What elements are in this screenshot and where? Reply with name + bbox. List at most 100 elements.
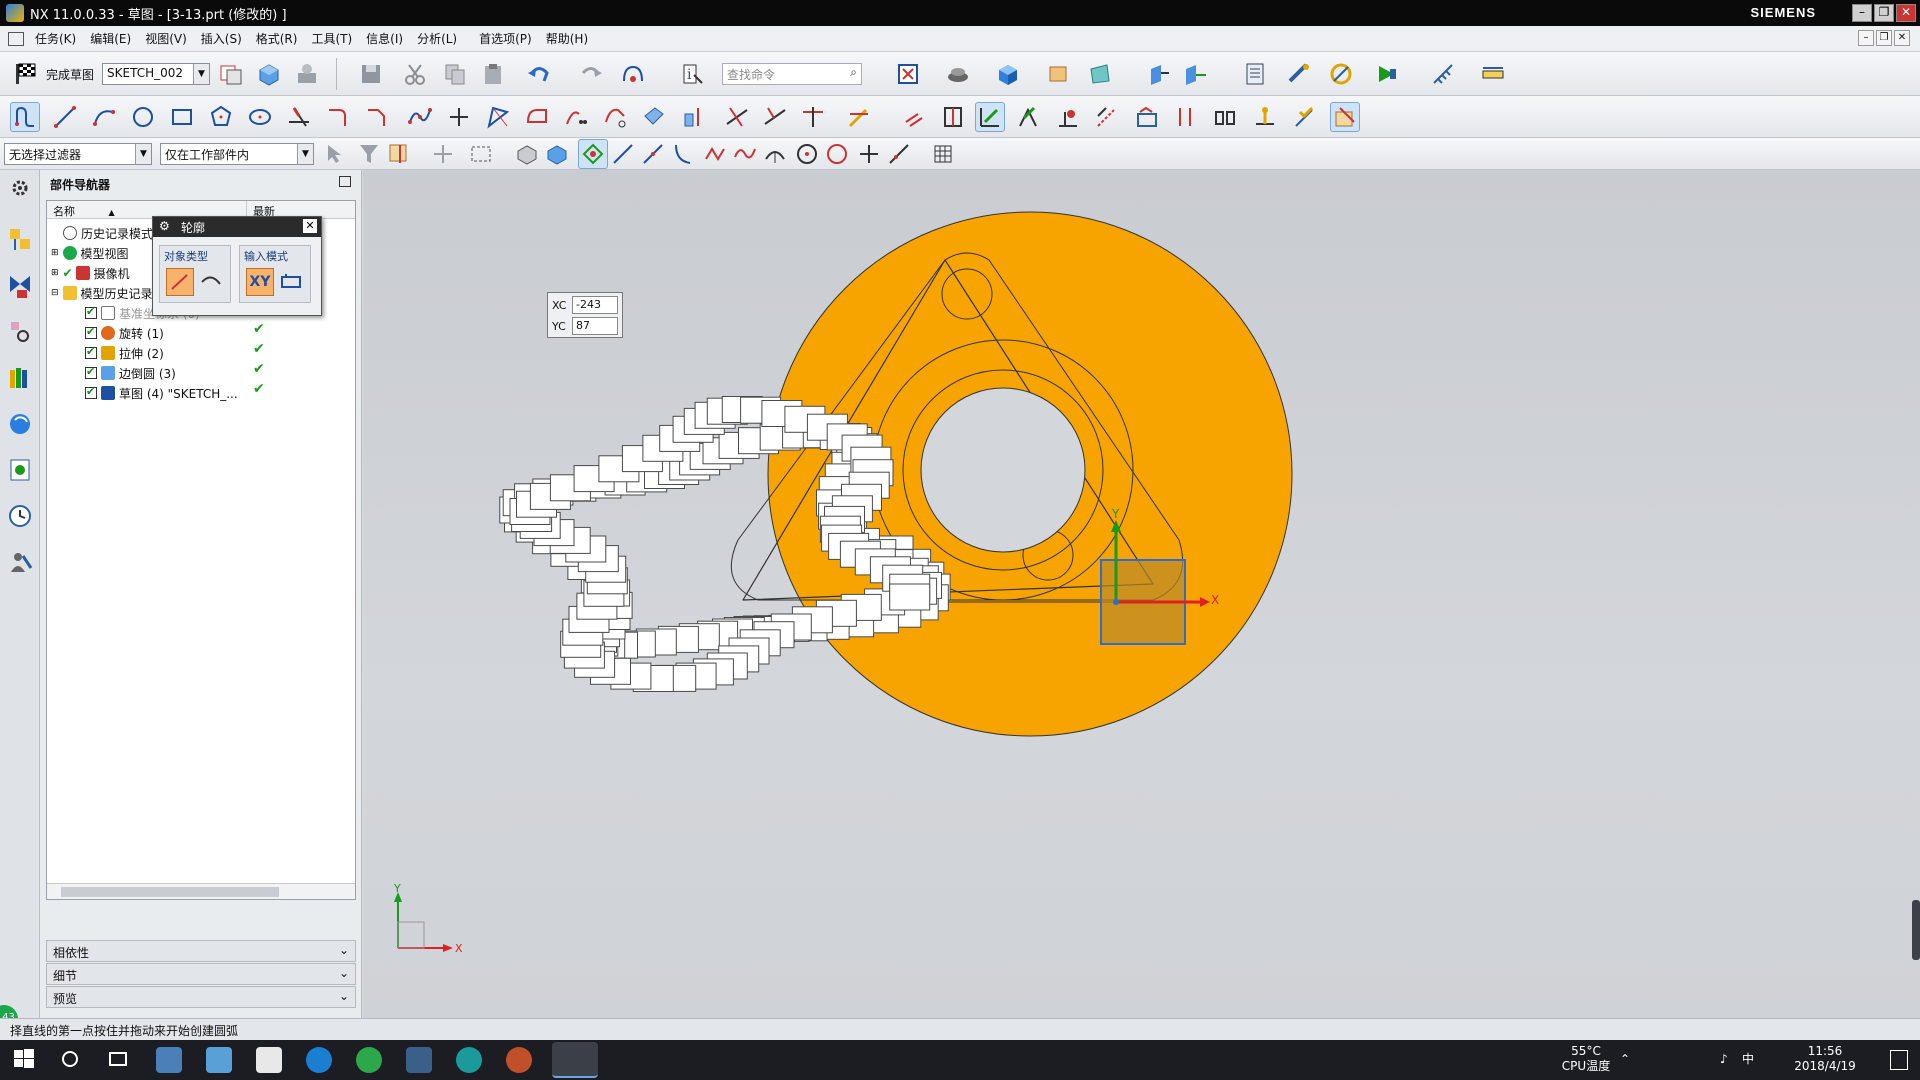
- rapid-extend-icon[interactable]: [760, 102, 790, 132]
- arc-tool-icon[interactable]: [89, 102, 119, 132]
- visibility-checkbox[interactable]: [85, 365, 97, 379]
- sketch-check-icon[interactable]: [1290, 102, 1320, 132]
- nx-taskbar-button[interactable]: [552, 1042, 598, 1078]
- finish-sketch-label[interactable]: 完成草图: [46, 66, 94, 83]
- save-icon[interactable]: [356, 59, 386, 89]
- filter-icon[interactable]: [354, 139, 384, 169]
- arc-type-button[interactable]: [198, 268, 226, 296]
- panel-details[interactable]: 细节 ⌄: [46, 963, 356, 985]
- viewport-scroll-handle[interactable]: [1912, 900, 1920, 960]
- inferred-constraints-icon[interactable]: [1170, 102, 1200, 132]
- snap-center-icon[interactable]: [792, 139, 822, 169]
- visibility-checkbox[interactable]: [85, 345, 97, 359]
- role-tab-icon[interactable]: [5, 544, 35, 580]
- selection-scope-select[interactable]: 仅在工作部件内 ▼: [160, 143, 314, 165]
- restore-button[interactable]: ❐: [1874, 4, 1894, 22]
- snap-point-on-curve-icon[interactable]: [884, 139, 914, 169]
- chevron-up-icon[interactable]: ⌃: [1620, 1052, 1630, 1067]
- task-view-icon[interactable]: [106, 1047, 132, 1073]
- menu-task[interactable]: 任务(K): [28, 30, 83, 47]
- reattach-icon[interactable]: [292, 59, 322, 89]
- measure-tool-icon[interactable]: [1284, 59, 1314, 89]
- tree-row-edge-blend[interactable]: 边倒圆 (3): [85, 363, 176, 383]
- expand-icon[interactable]: ⊞: [51, 248, 59, 258]
- analysis-icon[interactable]: [1326, 59, 1356, 89]
- box-select-icon[interactable]: [466, 139, 496, 169]
- render-style-icon[interactable]: [943, 59, 973, 89]
- make-corner-icon[interactable]: [798, 102, 828, 132]
- xy-mode-button[interactable]: XY: [246, 268, 274, 296]
- tree-row-history-mode[interactable]: 历史记录模式: [63, 223, 153, 243]
- menu-analysis[interactable]: 分析(L): [410, 30, 464, 47]
- snap-intersection-icon[interactable]: [700, 139, 730, 169]
- calculator-icon[interactable]: [256, 1047, 282, 1073]
- view-section-icon[interactable]: [1085, 59, 1115, 89]
- rapid-dimension-icon[interactable]: [844, 102, 874, 132]
- snap-existing-point-icon[interactable]: [854, 139, 884, 169]
- visibility-checkbox[interactable]: [85, 305, 97, 319]
- menu-view[interactable]: 视图(V): [138, 30, 194, 47]
- part-navigator-icon[interactable]: [1240, 59, 1270, 89]
- app-icon-3[interactable]: [356, 1047, 382, 1073]
- gear-icon[interactable]: ⚙: [159, 219, 170, 233]
- chevron-down-icon[interactable]: ⌄: [339, 989, 349, 1003]
- assembly-navigator-tab-icon[interactable]: [5, 268, 35, 304]
- snap-grid-icon[interactable]: [928, 139, 958, 169]
- fit-view-icon[interactable]: [893, 59, 923, 89]
- snap-quadrant-icon[interactable]: [822, 139, 852, 169]
- point-tool-icon[interactable]: [444, 102, 474, 132]
- make-symmetric-icon[interactable]: [1210, 102, 1240, 132]
- notifications-icon[interactable]: [1890, 1050, 1908, 1070]
- paste-icon[interactable]: [478, 59, 508, 89]
- snap-line-icon[interactable]: [608, 139, 638, 169]
- cpu-temp-widget[interactable]: 55°C CPU温度: [1560, 1044, 1612, 1074]
- app-icon-5[interactable]: [456, 1047, 482, 1073]
- doc-close-button[interactable]: ✕: [1894, 30, 1910, 46]
- select-body-icon[interactable]: [542, 139, 572, 169]
- snap-spline-point-icon[interactable]: [730, 139, 760, 169]
- tree-row-extrude[interactable]: 拉伸 (2): [85, 343, 164, 363]
- update-model-icon[interactable]: [1330, 102, 1360, 132]
- continuous-auto-dimension-icon[interactable]: [975, 102, 1005, 132]
- dimension-check-icon[interactable]: [1428, 59, 1458, 89]
- menu-help[interactable]: 帮助(H): [539, 30, 595, 47]
- select-feature-icon[interactable]: [512, 139, 542, 169]
- parameter-mode-button[interactable]: [278, 268, 306, 296]
- menu-information[interactable]: 信息(I): [359, 30, 410, 47]
- command-search-input[interactable]: 查找命令 ⌕: [722, 63, 862, 85]
- menu-edit[interactable]: 编辑(E): [83, 30, 138, 47]
- play-macro-icon[interactable]: [1372, 59, 1402, 89]
- profile-tool-icon[interactable]: [10, 102, 40, 132]
- offset-curve-icon[interactable]: [483, 102, 513, 132]
- yc-input[interactable]: 87: [572, 317, 618, 335]
- tree-row-cameras[interactable]: ⊞ ✔ 摄像机: [51, 263, 130, 283]
- part-navigator-tab-icon[interactable]: [5, 222, 35, 258]
- web-browser-tab-icon[interactable]: [5, 406, 35, 442]
- design-parameters-icon[interactable]: [938, 102, 968, 132]
- volume-icon[interactable]: ♪: [1720, 1052, 1728, 1067]
- tree-row-model-views[interactable]: ⊞ 模型视图: [51, 243, 129, 263]
- wcs-dynamics-icon[interactable]: [1143, 59, 1173, 89]
- collapse-icon[interactable]: ⊟: [51, 288, 59, 298]
- cut-icon[interactable]: [400, 59, 430, 89]
- menu-insert[interactable]: 插入(S): [194, 30, 249, 47]
- snap-control-point-icon[interactable]: [668, 139, 698, 169]
- rectangle-tool-icon[interactable]: [167, 102, 197, 132]
- chevron-down-icon[interactable]: ⌄: [339, 943, 349, 957]
- reuse-library-tab-icon[interactable]: [5, 360, 35, 396]
- minimize-button[interactable]: –: [1852, 4, 1872, 22]
- doc-restore-button[interactable]: ❐: [1876, 30, 1892, 46]
- touch-mode-icon[interactable]: [618, 59, 648, 89]
- horizontal-scrollbar[interactable]: [47, 883, 355, 899]
- tree-row-model-history[interactable]: ⊟ 模型历史记录: [51, 283, 153, 303]
- chamfer-tool-icon[interactable]: [362, 102, 392, 132]
- sketch-name-select[interactable]: SKETCH_002 ▼: [102, 63, 210, 85]
- app-icon-1[interactable]: [156, 1047, 182, 1073]
- close-button[interactable]: ✕: [1896, 4, 1916, 22]
- clock[interactable]: 11:56 2018/4/19: [1780, 1044, 1870, 1074]
- scrollbar-thumb[interactable]: [61, 887, 279, 897]
- visibility-checkbox[interactable]: [85, 325, 97, 339]
- geometric-constraint-icon[interactable]: [900, 102, 930, 132]
- visibility-checkbox[interactable]: [85, 385, 97, 399]
- app-icon-4[interactable]: [406, 1047, 432, 1073]
